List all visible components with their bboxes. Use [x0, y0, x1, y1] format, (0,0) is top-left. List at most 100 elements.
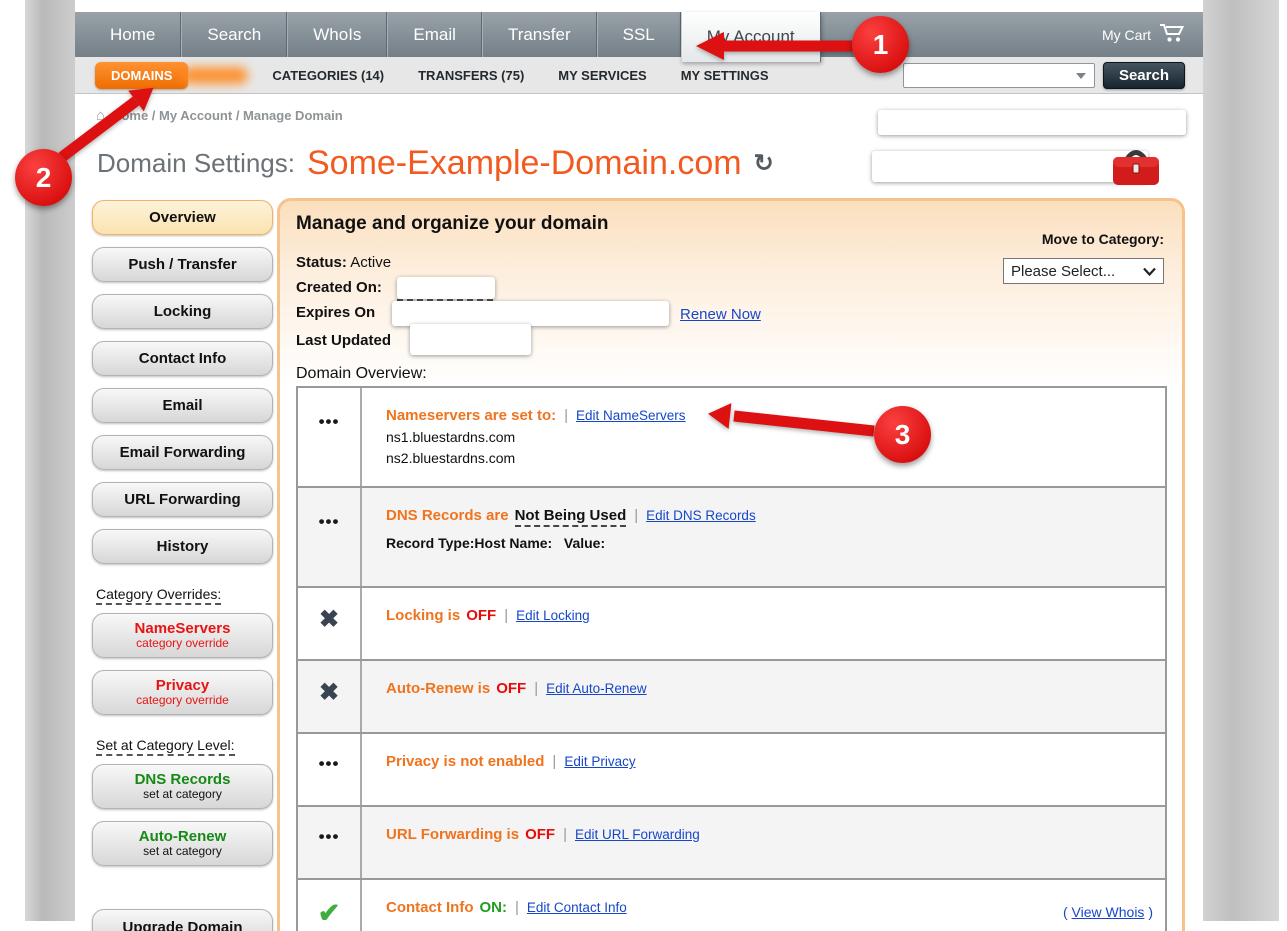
domain-name: Some-Example-Domain.com [307, 144, 742, 183]
home-icon: ⌂ [96, 107, 105, 124]
subnav-item-my-services[interactable]: MY SERVICES [558, 68, 646, 83]
subnav-item-domains[interactable]: DOMAINS [95, 62, 188, 89]
sidebar-item-overview[interactable]: Overview [92, 200, 273, 235]
view-whois-link[interactable]: View Whois [1072, 904, 1145, 920]
category-select-value: Please Select... [1011, 263, 1115, 280]
sidebar-item-privacy-override[interactable]: Privacy category override [92, 670, 273, 715]
my-cart-label: My Cart [1102, 27, 1151, 43]
redacted-updated-date [410, 324, 531, 355]
subnav-item-my-settings[interactable]: MY SETTINGS [681, 68, 769, 83]
account-sub-navigation: DOMAINS CATEGORIES (14) TRANSFERS (75) M… [75, 57, 1203, 94]
sidebar-item-locking[interactable]: Locking [92, 294, 273, 329]
paren-open: ( [1063, 904, 1068, 920]
tab-search[interactable]: Search [181, 12, 287, 57]
domain-overview-label: Domain Overview: [296, 365, 427, 383]
screenshot-stage: Home Search WhoIs Email Transfer SSL My … [0, 0, 1287, 931]
tab-home[interactable]: Home [85, 12, 181, 57]
separator: | [552, 753, 556, 770]
window-edge-left [25, 0, 75, 921]
view-whois-wrap: ( View Whois ) [1063, 904, 1153, 920]
nameserver-2: ns2.bluestardns.com [386, 450, 1155, 466]
auto-renew-category-sub: set at category [143, 845, 222, 858]
dns-status: Not Being Used [515, 507, 627, 527]
breadcrumb: ⌂ Home / My Account / Manage Domain [96, 107, 343, 124]
subnav-item-transfers[interactable]: TRANSFERS (75) [418, 68, 524, 83]
separator: | [504, 607, 508, 624]
nameservers-override-title: NameServers [135, 621, 231, 637]
x-icon: ✖ [319, 608, 339, 659]
dns-records-category-title: DNS Records [135, 772, 231, 788]
breadcrumb-text[interactable]: Home / My Account / Manage Domain [112, 108, 343, 123]
separator: | [534, 680, 538, 697]
ellipsis-icon: ••• [319, 754, 340, 805]
edit-dns-records-link[interactable]: Edit DNS Records [646, 508, 756, 523]
redacted-expires-date [392, 301, 669, 326]
table-row-auto-renew: ✖ Auto-Renew is OFF | Edit Auto-Renew [298, 661, 1165, 734]
edit-privacy-link[interactable]: Edit Privacy [564, 754, 635, 769]
icon-cell: ••• [298, 388, 362, 486]
row-title: Privacy is not enabled [386, 753, 544, 770]
dns-records-category-sub: set at category [143, 788, 222, 801]
status-line: Status: Active [296, 254, 391, 271]
window-edge-right [1203, 0, 1279, 921]
sidebar-item-auto-renew-category[interactable]: Auto-Renew set at category [92, 821, 273, 866]
page-title-prefix: Domain Settings: [97, 148, 295, 179]
panel-heading: Manage and organize your domain [296, 213, 609, 235]
sidebar-item-history[interactable]: History [92, 529, 273, 564]
shopping-cart-icon [1159, 23, 1185, 46]
icon-cell: ✔ [298, 880, 362, 931]
set-at-category-label: Set at Category Level: [96, 737, 235, 756]
redaction-dashes [397, 281, 493, 301]
subnav-item-categories[interactable]: CATEGORIES (14) [272, 68, 384, 83]
separator: | [563, 826, 567, 843]
ellipsis-icon: ••• [319, 412, 340, 486]
row-title: Auto-Renew is [386, 680, 490, 697]
tab-transfer[interactable]: Transfer [482, 12, 597, 57]
annotation-1-label: 1 [873, 29, 889, 61]
redacted-box-title-row [872, 151, 1148, 182]
renew-now-link[interactable]: Renew Now [680, 306, 761, 323]
tab-ssl[interactable]: SSL [597, 12, 681, 57]
chevron-down-icon [1143, 267, 1156, 276]
sidebar-item-upgrade-domain[interactable]: Upgrade Domain [92, 909, 273, 931]
sidebar-item-email-forwarding[interactable]: Email Forwarding [92, 435, 273, 470]
sidebar-item-email[interactable]: Email [92, 388, 273, 423]
refresh-icon[interactable]: ↻ [754, 149, 774, 178]
row-title: DNS Records are [386, 507, 509, 524]
sidebar-item-push-transfer[interactable]: Push / Transfer [92, 247, 273, 282]
domain-search-combobox[interactable] [903, 63, 1095, 88]
auto-renew-category-title: Auto-Renew [139, 829, 227, 845]
category-select[interactable]: Please Select... [1003, 258, 1164, 284]
annotation-3-label: 3 [895, 419, 911, 451]
toolbox-icon[interactable] [1110, 146, 1162, 193]
annotation-circle-2: 2 [15, 149, 72, 206]
page-title: Domain Settings: Some-Example-Domain.com… [97, 144, 774, 183]
edit-auto-renew-link[interactable]: Edit Auto-Renew [546, 681, 647, 696]
x-icon: ✖ [319, 681, 339, 732]
tab-email[interactable]: Email [387, 12, 482, 57]
edit-locking-link[interactable]: Edit Locking [516, 608, 590, 623]
separator: | [515, 899, 519, 916]
redacted-box-top [878, 110, 1186, 135]
edit-contact-info-link[interactable]: Edit Contact Info [527, 900, 627, 915]
ellipsis-icon: ••• [319, 512, 340, 586]
sidebar-item-dns-records-category[interactable]: DNS Records set at category [92, 764, 273, 809]
edit-url-forwarding-link[interactable]: Edit URL Forwarding [575, 827, 700, 842]
url-forwarding-status: OFF [525, 826, 555, 843]
my-cart-button[interactable]: My Cart [1102, 23, 1203, 46]
paren-close: ) [1148, 904, 1153, 920]
sidebar-item-nameservers-override[interactable]: NameServers category override [92, 613, 273, 658]
separator: | [564, 407, 568, 424]
icon-cell: ✖ [298, 588, 362, 659]
annotation-2-label: 2 [36, 162, 52, 194]
domain-settings-sidebar: Overview Push / Transfer Locking Contact… [92, 200, 273, 931]
auto-renew-status: OFF [496, 680, 526, 697]
sidebar-item-contact-info[interactable]: Contact Info [92, 341, 273, 376]
edit-nameservers-link[interactable]: Edit NameServers [576, 408, 686, 423]
updated-label: Last Updated [296, 332, 391, 349]
tab-my-account[interactable]: My Account [681, 12, 821, 62]
created-line: Created On: [296, 279, 382, 296]
search-button[interactable]: Search [1103, 62, 1185, 89]
tab-whois[interactable]: WhoIs [287, 12, 387, 57]
sidebar-item-url-forwarding[interactable]: URL Forwarding [92, 482, 273, 517]
